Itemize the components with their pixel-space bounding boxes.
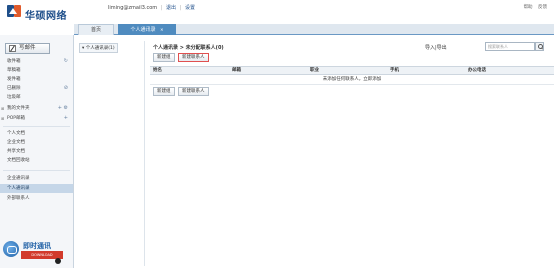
- group-item-personal[interactable]: ▾ 个人通讯录(1): [79, 43, 118, 53]
- compose-label: 写邮件: [19, 45, 36, 51]
- brand-logo-icon: [7, 5, 21, 17]
- im-title: 即时通讯: [23, 242, 51, 250]
- new-group-button-bottom[interactable]: 新建组: [153, 87, 175, 96]
- new-group-button[interactable]: 新建组: [153, 53, 175, 62]
- sidebar-item-label: 个人文档: [7, 131, 25, 136]
- compose-button[interactable]: 写邮件: [5, 43, 50, 54]
- logout-link[interactable]: 退出: [166, 5, 176, 11]
- sidebar-item-doc-recycle[interactable]: 文档回收站: [0, 156, 73, 165]
- tab-personal-contacts[interactable]: 个人通讯录 ✕: [118, 24, 176, 35]
- table-header: 姓名 邮箱 职业 手机 办公电话: [150, 66, 554, 75]
- breadcrumb: 个人通讯录 > 未分配联系人(0): [153, 45, 224, 51]
- sidebar-item-enterprise-docs[interactable]: 企业文档: [0, 138, 73, 147]
- sidebar-item-spam[interactable]: 垃圾邮: [0, 93, 73, 102]
- group-item-label: 个人通讯录(1): [85, 46, 115, 51]
- search-icon[interactable]: [535, 42, 544, 51]
- column-office-phone[interactable]: 办公电话: [468, 67, 486, 75]
- sidebar-item-pop[interactable]: ⊞ POP邮箱 +: [0, 114, 73, 123]
- tab-personal-contacts-label: 个人通讯录: [130, 27, 156, 33]
- sidebar-item-enterprise-contacts[interactable]: 企业通讯录: [0, 174, 73, 183]
- sidebar-item-label: 已删除: [7, 86, 21, 91]
- sidebar-item-label: 个人通讯录: [7, 186, 30, 191]
- im-widget[interactable]: 即时通讯 DOWNLOAD: [3, 240, 71, 264]
- expand-icon[interactable]: ⊞: [1, 114, 4, 123]
- sidebar-item-external-contacts[interactable]: 外部联系人: [0, 194, 73, 203]
- add-pop-icon[interactable]: +: [64, 114, 68, 123]
- brand-name: 华硕网络: [25, 11, 67, 22]
- sidebar-item-sent[interactable]: 发件箱: [0, 75, 73, 84]
- sidebar-item-my-folders[interactable]: ⊞ 我的文件夹 + ⚙: [0, 104, 73, 113]
- group-panel: ▾ 个人通讯录(1): [77, 41, 145, 266]
- column-mobile[interactable]: 手机: [390, 67, 399, 75]
- sidebar-item-shared-docs[interactable]: 共享文档: [0, 147, 73, 156]
- help-link[interactable]: 帮助: [524, 5, 533, 10]
- sidebar-item-label: 我的文件夹: [7, 106, 30, 111]
- empty-message[interactable]: 未添加任何联系人，立即添加: [150, 75, 554, 85]
- sidebar-item-personal-docs[interactable]: 个人文档: [0, 129, 73, 138]
- sidebar-item-label: 文档回收站: [7, 158, 30, 163]
- column-email[interactable]: 邮箱: [232, 67, 241, 75]
- sidebar-item-label: 草稿箱: [7, 68, 21, 73]
- sidebar-item-label: 企业文档: [7, 140, 25, 145]
- sidebar-item-label: 收件箱: [7, 59, 21, 64]
- sidebar-item-label: 企业通讯录: [7, 176, 30, 181]
- top-right-links: 帮助 反馈: [520, 4, 547, 10]
- tab-bar: 首页 个人通讯录 ✕: [74, 24, 554, 35]
- add-folder-icon[interactable]: + ⚙: [58, 104, 68, 113]
- compose-icon: [9, 45, 16, 52]
- user-info: liming@zmail3.com | 退出 | 设置: [108, 5, 195, 11]
- settings-link[interactable]: 设置: [185, 5, 195, 11]
- search-input[interactable]: 搜索联系人: [485, 42, 535, 51]
- sidebar-item-drafts[interactable]: 草稿箱: [0, 66, 73, 75]
- header: 华硕网络 liming@zmail3.com | 退出 | 设置 帮助 反馈: [0, 0, 554, 24]
- user-email: liming@zmail3.com: [108, 5, 158, 11]
- tab-home-label: 首页: [90, 27, 101, 33]
- sidebar: 写邮件 收件箱 ↻ 草稿箱 发件箱 已删除 ⊘ 垃圾邮 ⊞ 我的文件夹 + ⚙ …: [0, 35, 74, 268]
- divider: [3, 170, 70, 171]
- contacts-content: 个人通讯录 > 未分配联系人(0) 导入|导出 搜索联系人 新建组 新建联系人 …: [150, 41, 554, 268]
- new-contact-button-bottom[interactable]: 新建联系人: [178, 87, 209, 96]
- empty-trash-icon[interactable]: ⊘: [64, 84, 68, 93]
- expand-icon[interactable]: ⊞: [1, 104, 4, 113]
- close-icon[interactable]: ✕: [160, 27, 163, 32]
- sidebar-item-personal-contacts[interactable]: 个人通讯录: [0, 184, 73, 193]
- divider: [3, 126, 70, 127]
- new-contact-button[interactable]: 新建联系人: [178, 53, 209, 62]
- sidebar-item-label: 外部联系人: [7, 196, 30, 201]
- sidebar-item-label: 发件箱: [7, 77, 21, 82]
- tab-home[interactable]: 首页: [78, 24, 114, 35]
- refresh-icon[interactable]: ↻: [64, 57, 68, 66]
- sidebar-item-inbox[interactable]: 收件箱 ↻: [0, 57, 73, 66]
- sidebar-item-deleted[interactable]: 已删除 ⊘: [0, 84, 73, 93]
- column-name[interactable]: 姓名: [153, 67, 162, 75]
- collapse-icon[interactable]: ▾: [82, 46, 84, 51]
- import-export-link[interactable]: 导入|导出: [425, 44, 447, 51]
- sidebar-item-label: 共享文档: [7, 149, 25, 154]
- download-arrow-icon: [55, 258, 61, 264]
- chat-icon: [3, 241, 19, 257]
- column-occupation[interactable]: 职业: [310, 67, 319, 75]
- feedback-link[interactable]: 反馈: [538, 5, 547, 10]
- sidebar-item-label: POP邮箱: [7, 116, 25, 121]
- sidebar-item-label: 垃圾邮: [7, 95, 21, 100]
